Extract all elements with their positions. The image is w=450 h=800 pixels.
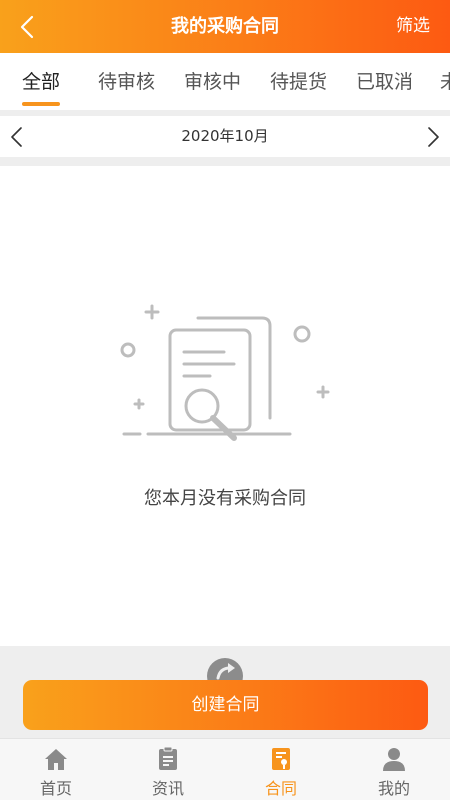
- user-icon: [383, 748, 405, 771]
- tab-pending-review[interactable]: 待审核: [98, 53, 155, 110]
- nav-item-mine[interactable]: 我的: [338, 739, 450, 800]
- nav-label: 资讯: [151, 779, 184, 798]
- empty-state-message: 您本月没有采购合同: [144, 488, 306, 509]
- nav-label: 我的: [377, 779, 410, 798]
- tab-cancelled[interactable]: 已取消: [356, 53, 413, 110]
- tab-all[interactable]: 全部: [22, 53, 61, 110]
- current-month-label: 2020年10月: [181, 127, 269, 145]
- filter-button[interactable]: 筛选: [396, 0, 430, 53]
- divider: [0, 157, 450, 166]
- tab-more[interactable]: 未: [440, 53, 450, 110]
- tab-under-review[interactable]: 审核中: [184, 53, 241, 110]
- page-title: 我的采购合同: [171, 16, 279, 37]
- news-icon: [159, 746, 177, 770]
- nav-label: 合同: [264, 779, 297, 798]
- nav-item-home[interactable]: 首页: [0, 739, 112, 800]
- active-tab-indicator: [22, 102, 61, 106]
- chevron-right-icon: [428, 127, 439, 147]
- home-icon: [45, 749, 67, 770]
- tab-label: 未: [440, 71, 450, 93]
- tab-label: 待审核: [98, 71, 156, 93]
- chevron-left-icon: [20, 15, 34, 39]
- empty-document-search-icon: [120, 304, 330, 441]
- nav-label: 首页: [39, 779, 72, 798]
- bottom-navigation: 首页 资讯 合同 我的: [0, 738, 450, 800]
- tab-pending-pickup[interactable]: 待提货: [270, 53, 327, 110]
- app-header: 我的采购合同 筛选: [0, 0, 450, 53]
- next-month-button[interactable]: [422, 126, 444, 148]
- tab-label: 全部: [22, 71, 61, 93]
- create-contract-button[interactable]: 创建合同: [23, 680, 428, 730]
- tab-label: 待提货: [270, 71, 328, 93]
- purchase-contracts-page: 我的采购合同 筛选 全部 待审核 审核中 待提货 已取消 未 2020年10月 …: [0, 0, 450, 800]
- status-tabs: 全部 待审核 审核中 待提货 已取消 未: [0, 53, 450, 110]
- contract-icon: [272, 748, 290, 770]
- tab-label: 审核中: [184, 71, 242, 93]
- nav-item-contract[interactable]: 合同: [225, 739, 337, 800]
- tab-label: 已取消: [356, 71, 414, 93]
- back-button[interactable]: [12, 10, 46, 44]
- nav-item-news[interactable]: 资讯: [112, 739, 224, 800]
- month-selector: 2020年10月: [0, 116, 450, 157]
